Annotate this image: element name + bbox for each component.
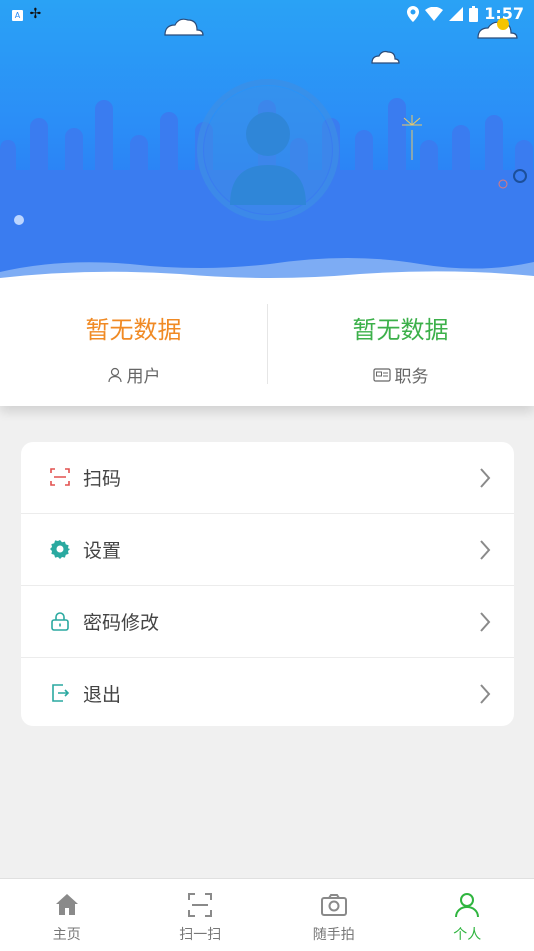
user-stat: 暂无数据 用户 — [0, 280, 267, 406]
tab-profile[interactable]: 个人 — [401, 879, 534, 951]
settings-menu: 扫码 设置 密码修改 退出 — [21, 442, 514, 726]
scan-icon — [49, 466, 71, 488]
menu-item-settings[interactable]: 设置 — [21, 514, 514, 586]
user-stat-value: 暂无数据 — [0, 310, 267, 345]
stats-divider — [267, 304, 268, 384]
tab-label: 扫一扫 — [134, 924, 268, 944]
city-skyline-illustration — [0, 0, 534, 282]
tab-scan[interactable]: 扫一扫 — [134, 879, 268, 951]
camera-icon — [320, 891, 348, 919]
tab-label: 主页 — [0, 924, 134, 944]
chevron-right-icon — [478, 538, 492, 562]
profile-banner: A ✢ 1:57 — [0, 0, 534, 282]
user-stat-label-row: 用户 — [0, 362, 267, 387]
chevron-right-icon — [478, 610, 492, 634]
tab-snapshot[interactable]: 随手拍 — [267, 879, 401, 951]
menu-item-label: 密码修改 — [83, 608, 159, 635]
position-stat-label: 职务 — [395, 362, 429, 387]
clock: 1:57 — [484, 4, 524, 23]
menu-item-change-password[interactable]: 密码修改 — [21, 586, 514, 658]
chevron-right-icon — [478, 682, 492, 706]
position-stat: 暂无数据 职务 — [267, 280, 534, 406]
person-icon — [453, 891, 481, 919]
location-icon — [407, 6, 419, 22]
menu-item-label: 退出 — [83, 680, 121, 707]
status-right-icons: 1:57 — [407, 4, 524, 23]
scan-icon — [186, 891, 214, 919]
status-bar: A ✢ 1:57 — [0, 0, 534, 28]
position-stat-value: 暂无数据 — [267, 310, 534, 345]
tab-label: 个人 — [401, 924, 534, 944]
logout-icon — [49, 682, 71, 704]
user-icon — [107, 367, 123, 383]
sparkle-icon: ✢ — [30, 6, 42, 22]
wifi-icon — [425, 7, 443, 21]
tab-home[interactable]: 主页 — [0, 879, 134, 951]
status-left-icons: A ✢ — [12, 6, 41, 22]
position-stat-label-row: 职务 — [267, 362, 534, 387]
menu-item-label: 设置 — [83, 536, 121, 563]
home-icon — [53, 891, 81, 919]
menu-item-scan[interactable]: 扫码 — [21, 442, 514, 514]
signal-icon — [449, 7, 463, 21]
gear-icon — [49, 538, 71, 560]
chevron-right-icon — [478, 466, 492, 490]
user-stat-label: 用户 — [127, 362, 161, 387]
bottom-tab-bar: 主页 扫一扫 随手拍 个人 — [0, 878, 534, 951]
tab-label: 随手拍 — [267, 924, 401, 944]
menu-item-logout[interactable]: 退出 — [21, 658, 514, 726]
menu-item-label: 扫码 — [83, 464, 121, 491]
id-card-icon — [373, 368, 391, 382]
notification-a-icon: A — [12, 10, 23, 21]
lock-icon — [49, 610, 71, 632]
battery-icon — [469, 6, 478, 22]
